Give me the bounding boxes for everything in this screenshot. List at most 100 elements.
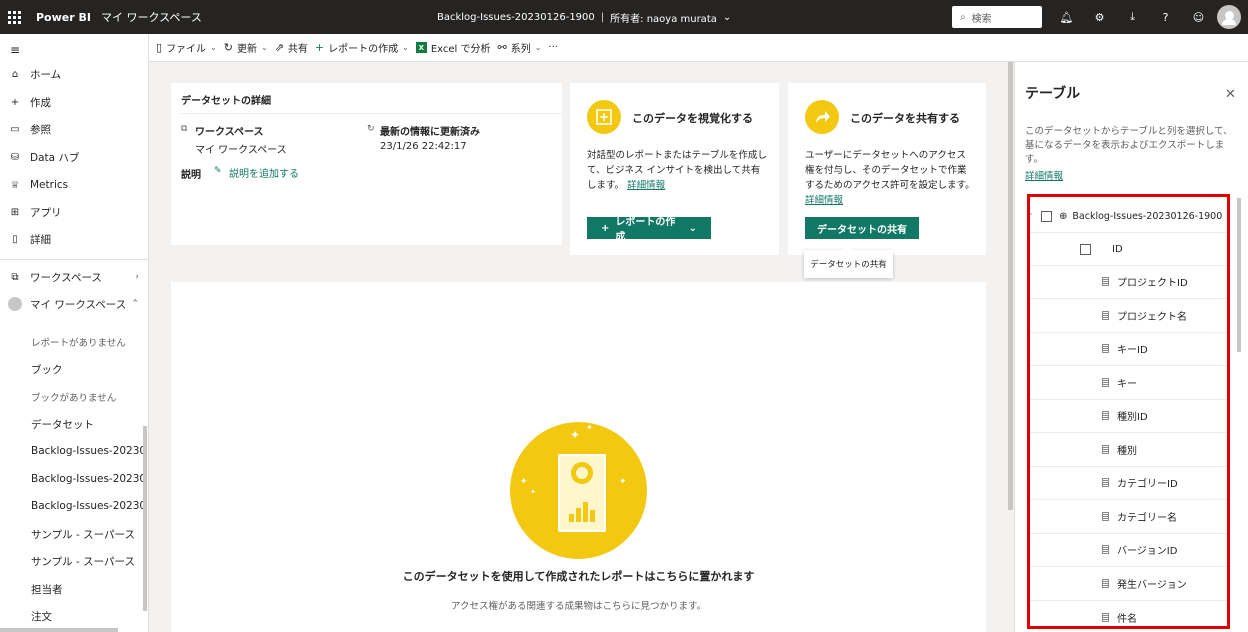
nav-label: アプリ xyxy=(30,206,62,219)
share-dataset-button[interactable]: データセットの共有 xyxy=(805,217,919,239)
nav-item-workspaces[interactable]: ⧉ ワークスペース › xyxy=(0,265,149,289)
share-dataset-tooltip: データセットの共有 xyxy=(804,245,893,278)
share-button[interactable]: ⇗ 共有 xyxy=(275,40,308,55)
close-icon[interactable]: ✕ xyxy=(1225,87,1236,102)
sub-item[interactable]: ブック xyxy=(31,362,63,377)
main-scrollbar[interactable] xyxy=(1008,62,1013,510)
brand-name[interactable]: Power BI xyxy=(36,11,91,24)
bars-icon xyxy=(569,502,595,522)
nav-label: 作成 xyxy=(30,96,51,109)
sub-item[interactable]: Backlog-Issues-20230 xyxy=(31,445,146,457)
search-input[interactable]: ⌕ 検索 xyxy=(952,6,1042,28)
nav-scrollbar[interactable] xyxy=(143,426,147,611)
sparkle-icon: ✦ xyxy=(520,477,528,487)
analyze-in-excel-button[interactable]: X Excel で分析 xyxy=(415,40,491,55)
share-learn-more-link[interactable]: 詳細情報 xyxy=(805,195,843,206)
nav-label: 参照 xyxy=(30,123,51,136)
file-menu[interactable]: ▯ ファイル ⌄ xyxy=(156,40,217,55)
report-document-icon xyxy=(558,454,606,532)
sparkle-icon: ✦ xyxy=(586,423,593,432)
hamburger-icon[interactable]: ≡ xyxy=(10,43,20,57)
nav-label: Metrics xyxy=(30,179,69,191)
visualize-card: このデータを視覚化する 対話型のレポートまたはテーブルを作成して、ビジネス イン… xyxy=(570,83,779,255)
nav-divider xyxy=(0,259,149,260)
sub-item[interactable]: Backlog-Issues-20230 xyxy=(31,473,146,485)
panel-title: テーブル xyxy=(1025,86,1081,102)
download-icon[interactable]: ⤓ xyxy=(1116,10,1149,24)
panel-description: このデータセットからテーブルと列を選択して、基になるデータを表示およびエクスポー… xyxy=(1025,126,1233,165)
create-report-button[interactable]: + レポートの作成 ⌄ xyxy=(587,217,711,243)
sub-item[interactable]: Backlog-Issues-20230 xyxy=(31,500,146,512)
toolbar: ▯ ファイル ⌄ ↻ 更新 ⌄ ⇗ 共有 + レポートの作成 ⌄ X Excel で分析 ⚯ 系列… xyxy=(149,34,1248,62)
sub-item: ブックがありません xyxy=(31,393,117,404)
search-icon: ⌕ xyxy=(960,11,966,23)
trophy-icon: ♕ xyxy=(10,179,20,191)
highlight-box xyxy=(1027,194,1230,629)
nav-item-browse[interactable]: ▭ 参照 xyxy=(0,117,149,141)
chevron-down-icon: ⌄ xyxy=(402,43,409,52)
nav-item-datahub[interactable]: ⛁ Data ハブ xyxy=(0,145,149,169)
gear-icon[interactable]: ⚙ xyxy=(1083,11,1116,24)
plus-icon: + xyxy=(10,96,20,108)
apps-icon: ⊞ xyxy=(10,206,20,218)
sub-item: レポートがありません xyxy=(31,338,126,349)
dataset-details-card: データセットの詳細 ⧉ ワークスペース マイ ワークスペース ↻ 最新の情報に更… xyxy=(171,83,562,245)
nav-label: マイ ワークスペース xyxy=(30,298,127,311)
feedback-icon[interactable]: ☺ xyxy=(1182,11,1215,24)
dataset-title: Backlog-Issues-20230126-1900 xyxy=(437,11,595,23)
app-launcher-icon[interactable] xyxy=(0,0,28,34)
share-card: このデータを共有する ユーザーにデータセットへのアクセス権を付与し、そのデータセ… xyxy=(788,83,986,255)
nav-scrollbar-horizontal[interactable] xyxy=(0,628,118,632)
nav-item-metrics[interactable]: ♕ Metrics xyxy=(0,173,149,197)
panel-learn-more-link[interactable]: 詳細情報 xyxy=(1025,168,1063,182)
database-icon: ⛁ xyxy=(10,151,20,163)
sub-item[interactable]: 注文 xyxy=(31,609,52,624)
lineage-menu[interactable]: ⚯ 系列 ⌄ xyxy=(498,40,542,55)
chevron-down-icon: ⌄ xyxy=(260,43,268,52)
add-description-link[interactable]: 説明を追加する xyxy=(229,165,299,180)
sub-item[interactable]: データセット xyxy=(31,417,94,432)
dataset-title-menu[interactable]: Backlog-Issues-20230126-1900 | 所有者: naoy… xyxy=(437,0,731,34)
nav-label: ホーム xyxy=(30,68,62,81)
empty-state-title: このデータセットを使用して作成されたレポートはこちらに置かれます xyxy=(402,570,755,583)
nav-item-my-workspace[interactable]: マイ ワークスペース ⌃ xyxy=(0,292,149,316)
share-icon: ⇗ xyxy=(274,41,284,54)
book-icon: ▯ xyxy=(12,233,18,245)
nav-item-learn[interactable]: ▯ 詳細 xyxy=(0,227,149,251)
empty-state-subtitle: アクセス権がある関連する成果物はこちらに見つかります。 xyxy=(450,601,707,612)
bell-icon[interactable]: 🔔︎ xyxy=(1050,11,1083,24)
plus-icon: + xyxy=(601,222,610,234)
visualize-title: このデータを視覚化する xyxy=(632,112,753,125)
file-icon: ▯ xyxy=(156,41,163,54)
visualize-learn-more-link[interactable]: 詳細情報 xyxy=(627,180,665,191)
lineage-icon: ⚯ xyxy=(497,41,507,54)
lineage-label: 系列 xyxy=(510,44,531,55)
description-label: 説明 xyxy=(181,170,201,181)
nav-item-create[interactable]: + 作成 xyxy=(0,90,149,114)
pencil-icon: ✎ xyxy=(214,166,222,176)
avatar[interactable] xyxy=(1217,5,1241,29)
sparkle-icon: ✦ xyxy=(570,428,581,442)
workspace-name[interactable]: マイ ワークスペース xyxy=(101,9,202,25)
refresh-value: 23/1/26 22:42:17 xyxy=(380,141,467,152)
nav-label: ワークスペース xyxy=(30,271,102,284)
workspace-avatar xyxy=(8,297,22,311)
sub-item[interactable]: サンプル - スーパース xyxy=(31,527,135,542)
chevron-down-icon: ⌄ xyxy=(688,222,697,234)
sub-item[interactable]: 担当者 xyxy=(31,582,63,597)
panel-scrollbar[interactable] xyxy=(1237,198,1241,352)
sub-item[interactable]: サンプル - スーパース xyxy=(31,554,135,569)
file-label: ファイル xyxy=(166,44,207,55)
help-icon[interactable]: ? xyxy=(1149,11,1182,24)
more-options-button[interactable]: ··· xyxy=(548,42,558,53)
create-report-menu[interactable]: + レポートの作成 ⌄ xyxy=(315,40,409,55)
left-nav: ≡ ⌂ ホーム + 作成 ▭ 参照 ⛁ Data ハブ ♕ Metrics ⊞ アプリ ▯ 詳… xyxy=(0,34,149,632)
refresh-menu[interactable]: ↻ 更新 ⌄ xyxy=(224,40,268,55)
visualize-icon xyxy=(587,100,621,134)
nav-label: 詳細 xyxy=(30,233,51,246)
workspace-value: マイ ワークスペース xyxy=(195,145,287,156)
workspace-label: ワークスペース xyxy=(195,127,264,138)
pie-icon xyxy=(571,462,593,484)
nav-item-home[interactable]: ⌂ ホーム xyxy=(0,62,149,86)
nav-item-apps[interactable]: ⊞ アプリ xyxy=(0,200,149,224)
